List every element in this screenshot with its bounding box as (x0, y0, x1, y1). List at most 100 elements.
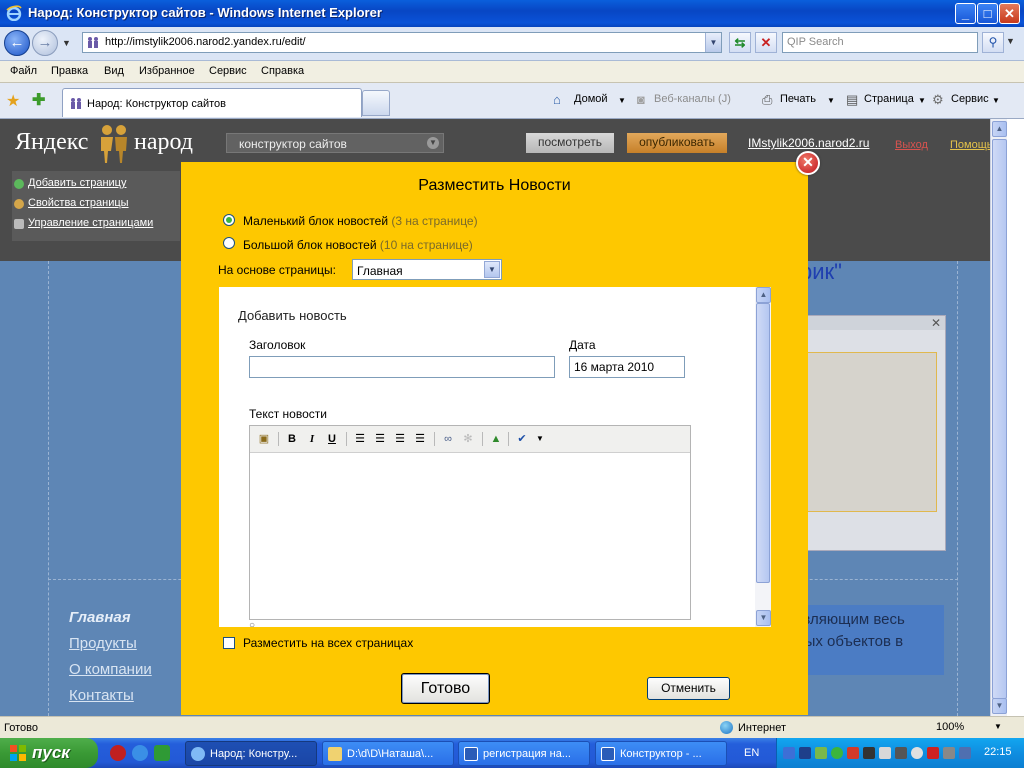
volume-icon[interactable] (879, 747, 891, 759)
image-icon[interactable]: ▲ (488, 431, 504, 447)
minimize-button[interactable]: _ (955, 3, 976, 24)
title-bar[interactable]: Народ: Конструктор сайтов - Windows Inte… (0, 0, 1024, 27)
clock[interactable]: 22:15 (984, 746, 1012, 758)
page-properties-link[interactable]: Свойства страницы (28, 197, 129, 209)
task-word-constructor[interactable]: Конструктор - ... (595, 741, 727, 766)
page-button[interactable]: Страница (864, 93, 914, 105)
align-justify-icon[interactable]: ☰ (412, 431, 428, 447)
manage-pages-link[interactable]: Управление страницами (28, 217, 153, 229)
news-text-editor[interactable]: ▣ B I U ☰ ☰ ☰ ☰ ∞ ✻ ▲ ✔ ▼ (249, 425, 691, 620)
antivirus-icon[interactable] (847, 747, 859, 759)
publish-button[interactable]: опубликовать (627, 133, 727, 153)
unlink-icon[interactable]: ✻ (460, 431, 476, 447)
header-input[interactable] (249, 356, 555, 378)
paste-word-icon[interactable]: ▣ (256, 431, 272, 447)
opera-icon[interactable] (110, 745, 126, 761)
constructor-select[interactable]: конструктор сайтов ▼ (226, 133, 444, 153)
new-tab-button[interactable] (362, 90, 390, 116)
tray-app-icon[interactable] (959, 747, 971, 759)
tools-dropdown-icon[interactable]: ▼ (992, 96, 1000, 105)
tools-button[interactable]: Сервис (951, 93, 989, 105)
small-block-label[interactable]: Маленький блок новостей (3 на странице) (243, 214, 478, 228)
logout-link[interactable]: Выход (895, 139, 928, 151)
favorites-star-icon[interactable]: ★ (6, 91, 20, 111)
menu-file[interactable]: Файл (10, 65, 37, 77)
history-dropdown-icon[interactable]: ▼ (62, 38, 71, 48)
scroll-down-icon[interactable]: ▼ (992, 698, 1007, 714)
form-scrollbar[interactable]: ▲ ▼ (755, 287, 771, 627)
spellcheck-dropdown-icon[interactable]: ▼ (532, 431, 548, 447)
basis-page-select[interactable]: Главная ▼ (352, 259, 502, 280)
home-dropdown-icon[interactable]: ▼ (618, 96, 626, 105)
footer-link-contacts[interactable]: Контакты (69, 687, 134, 704)
messenger-icon[interactable] (154, 745, 170, 761)
address-bar[interactable]: http://imstylik2006.narod2.yandex.ru/edi… (82, 32, 722, 53)
task-explorer-folder[interactable]: D:\d\D\Наташа\... (322, 741, 454, 766)
task-ie-narod[interactable]: Народ: Констру... (185, 741, 317, 766)
view-button[interactable]: посмотреть (526, 133, 614, 153)
underline-icon[interactable]: U (324, 431, 340, 447)
back-button[interactable]: ← (4, 30, 30, 56)
address-dropdown-icon[interactable]: ▼ (705, 33, 721, 52)
forward-button[interactable]: → (32, 30, 58, 56)
print-button[interactable]: Печать (780, 93, 816, 105)
home-button[interactable]: Домой (574, 93, 608, 105)
menu-tools[interactable]: Сервис (209, 65, 247, 77)
menu-view[interactable]: Вид (104, 65, 124, 77)
add-page-link[interactable]: Добавить страницу (28, 177, 126, 189)
page-dropdown-icon[interactable]: ▼ (918, 96, 926, 105)
page-scrollbar[interactable]: ▲ ▼ (990, 119, 1007, 716)
bold-icon[interactable]: B (284, 431, 300, 447)
help-link[interactable]: Помощь (950, 139, 990, 151)
align-left-icon[interactable]: ☰ (352, 431, 368, 447)
zoom-level[interactable]: 100% (936, 721, 964, 733)
scroll-up-icon[interactable]: ▲ (756, 287, 771, 303)
close-button[interactable]: ✕ (999, 3, 1020, 24)
cancel-button[interactable]: Отменить (647, 677, 730, 700)
feeds-button[interactable]: Веб-каналы (J) (654, 93, 731, 105)
menu-help[interactable]: Справка (261, 65, 304, 77)
align-right-icon[interactable]: ☰ (392, 431, 408, 447)
scroll-up-icon[interactable]: ▲ (992, 121, 1007, 137)
refresh-button[interactable]: ⇆ (729, 32, 751, 53)
print-dropdown-icon[interactable]: ▼ (827, 96, 835, 105)
add-favorite-icon[interactable]: ✚ (32, 90, 45, 110)
menu-edit[interactable]: Правка (51, 65, 88, 77)
menu-favorites[interactable]: Избранное (139, 65, 195, 77)
spellcheck-icon[interactable]: ✔ (514, 431, 530, 447)
icq-icon[interactable] (831, 747, 843, 759)
security-zone[interactable]: Интернет (738, 722, 786, 734)
search-icon[interactable]: ⚲ (982, 32, 1004, 53)
dialog-close-icon[interactable]: ✕ (796, 151, 820, 175)
tray-app-icon[interactable] (863, 747, 875, 759)
task-word-registration[interactable]: регистрация на... (458, 741, 590, 766)
footer-link-main[interactable]: Главная (69, 609, 131, 626)
maximize-button[interactable]: □ (977, 3, 998, 24)
language-indicator[interactable]: EN (744, 747, 759, 759)
tray-app-icon[interactable] (943, 747, 955, 759)
chevron-down-icon[interactable]: ▼ (484, 261, 500, 278)
start-button[interactable]: пуск (0, 738, 98, 768)
scroll-thumb[interactable] (992, 139, 1007, 699)
ie-quicklaunch-icon[interactable] (132, 745, 148, 761)
large-block-radio[interactable] (223, 237, 235, 249)
align-center-icon[interactable]: ☰ (372, 431, 388, 447)
all-pages-checkbox[interactable] (223, 637, 235, 649)
done-button[interactable]: Готово (401, 673, 490, 704)
bluetooth-icon[interactable] (799, 747, 811, 759)
small-block-radio[interactable] (223, 214, 235, 226)
search-options-icon[interactable]: ▼ (1006, 36, 1015, 46)
tray-app-icon[interactable] (927, 747, 939, 759)
link-icon[interactable]: ∞ (440, 431, 456, 447)
scroll-down-icon[interactable]: ▼ (756, 610, 771, 626)
tray-app-icon[interactable] (815, 747, 827, 759)
date-input[interactable]: 16 марта 2010 (569, 356, 685, 378)
italic-icon[interactable]: I (304, 431, 320, 447)
large-block-label[interactable]: Большой блок новостей (10 на странице) (243, 238, 473, 252)
tray-app-icon[interactable] (911, 747, 923, 759)
footer-link-products[interactable]: Продукты (69, 635, 137, 652)
tray-app-icon[interactable] (895, 747, 907, 759)
search-input[interactable]: QIP Search (782, 32, 978, 53)
network-icon[interactable] (783, 747, 795, 759)
close-icon[interactable]: ✕ (931, 316, 941, 330)
